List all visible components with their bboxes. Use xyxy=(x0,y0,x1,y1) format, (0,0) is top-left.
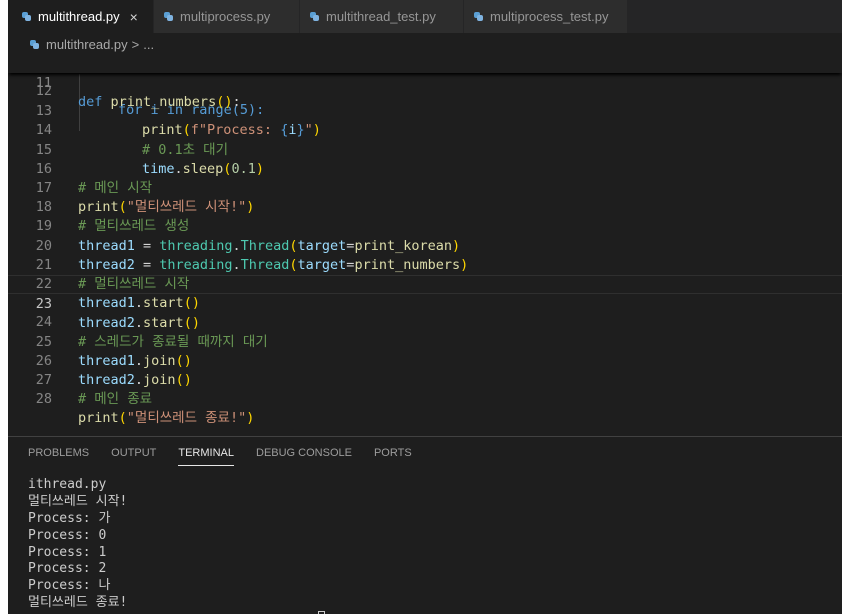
tab-label: multithread.py xyxy=(38,9,120,24)
terminal-line: 멀티쓰레드 종료! xyxy=(28,595,128,611)
breadcrumb-file[interactable]: multithread.py xyxy=(46,37,128,52)
python-file-icon xyxy=(30,39,39,49)
code-token: print_numbers xyxy=(110,94,217,111)
code-line: 25 thread1.join() xyxy=(8,313,842,369)
code-line: 20 thread2 = threading.Thread(target=pri… xyxy=(8,217,842,273)
code-token: def xyxy=(78,94,103,111)
tab-debug-console[interactable]: DEBUG CONSOLE xyxy=(256,447,352,466)
tab-ports[interactable]: PORTS xyxy=(374,447,412,466)
code-token: ( xyxy=(118,410,127,427)
close-icon[interactable]: × xyxy=(130,9,138,25)
code-token: : xyxy=(232,94,241,111)
code-token: ) xyxy=(246,410,255,427)
line-number: 28 xyxy=(35,391,52,408)
line-number: 11 xyxy=(35,75,52,92)
python-file-icon xyxy=(22,12,31,21)
python-file-icon xyxy=(310,12,319,21)
code-editor[interactable]: 11 def print_numbers(): 12 for i in rang… xyxy=(8,55,842,435)
panel-tabs: PROBLEMS OUTPUT TERMINAL DEBUG CONSOLE P… xyxy=(28,447,434,466)
code-line: 26 thread2.join() xyxy=(8,333,842,388)
code-line: 28 print("멀티쓰레드 종료!") xyxy=(8,371,842,426)
terminal-line: Process: 2 xyxy=(28,561,107,577)
tab-multithread[interactable]: multithread.py × xyxy=(8,0,154,33)
tab-output[interactable]: OUTPUT xyxy=(111,447,156,466)
tab-multiprocess-test[interactable]: multiprocess_test.py xyxy=(464,0,628,33)
code-token: () xyxy=(216,94,233,111)
code-line: 21 # 멀티쓰레드 시작 xyxy=(8,237,842,292)
tab-terminal[interactable]: TERMINAL xyxy=(178,447,234,466)
code-line: 24 # 스레드가 종료될 때까지 대기 xyxy=(8,294,842,349)
tab-label: multiprocess_test.py xyxy=(490,9,609,24)
code-line: 27 # 메인 종료 xyxy=(8,352,842,407)
terminal-line: Process: 1 xyxy=(28,544,107,560)
terminal-line: 멀티쓰레드 시작! xyxy=(28,493,128,509)
tab-problems[interactable]: PROBLEMS xyxy=(28,447,89,466)
code-line: 17 print("멀티쓰레드 시작!") xyxy=(8,160,842,215)
vscode-window: multithread.py × multiprocess.py multith… xyxy=(8,0,842,614)
code-line: 15 time.sleep(0.1) xyxy=(8,121,842,177)
chevron-right-icon: > xyxy=(131,36,140,52)
code-line: 16 # 메인 시작 xyxy=(8,141,842,196)
tab-label: multithread_test.py xyxy=(326,9,436,24)
terminal-line: ithread.py xyxy=(28,477,107,492)
editor-tab-bar: multithread.py × multiprocess.py multith… xyxy=(8,0,842,33)
python-file-icon xyxy=(164,12,173,21)
tab-multiprocess[interactable]: multiprocess.py xyxy=(154,0,300,33)
terminal-line: Process: 가 xyxy=(28,510,111,526)
sticky-scroll-line[interactable]: 11 def print_numbers(): xyxy=(8,55,842,110)
breadcrumb-symbol[interactable]: ... xyxy=(143,37,154,52)
tab-label: multiprocess.py xyxy=(180,9,271,24)
terminal-line: Process: 나 xyxy=(28,578,111,594)
terminal-output[interactable]: ithread.py 멀티쓰레드 시작! Process: 가 Process:… xyxy=(28,477,127,612)
breadcrumb: multithread.py > ... xyxy=(8,33,842,55)
code-line: 22 thread1.start() xyxy=(8,256,842,311)
code-line: 19 thread1 = threading.Thread(target=pri… xyxy=(8,198,842,253)
current-code-line: 23 thread2.start() xyxy=(8,275,842,331)
code-line: 18 # 멀티쓰레드 생성 xyxy=(8,179,842,234)
tab-multithread-test[interactable]: multithread_test.py xyxy=(300,0,464,33)
code-token: "멀티쓰레드 종료!" xyxy=(126,410,247,427)
python-file-icon xyxy=(474,12,483,21)
bottom-panel: PROBLEMS OUTPUT TERMINAL DEBUG CONSOLE P… xyxy=(8,436,842,614)
code-token: print xyxy=(78,410,119,427)
terminal-line: Process: 0 xyxy=(28,527,107,543)
code-comment: # 메인 종료 xyxy=(78,391,153,408)
